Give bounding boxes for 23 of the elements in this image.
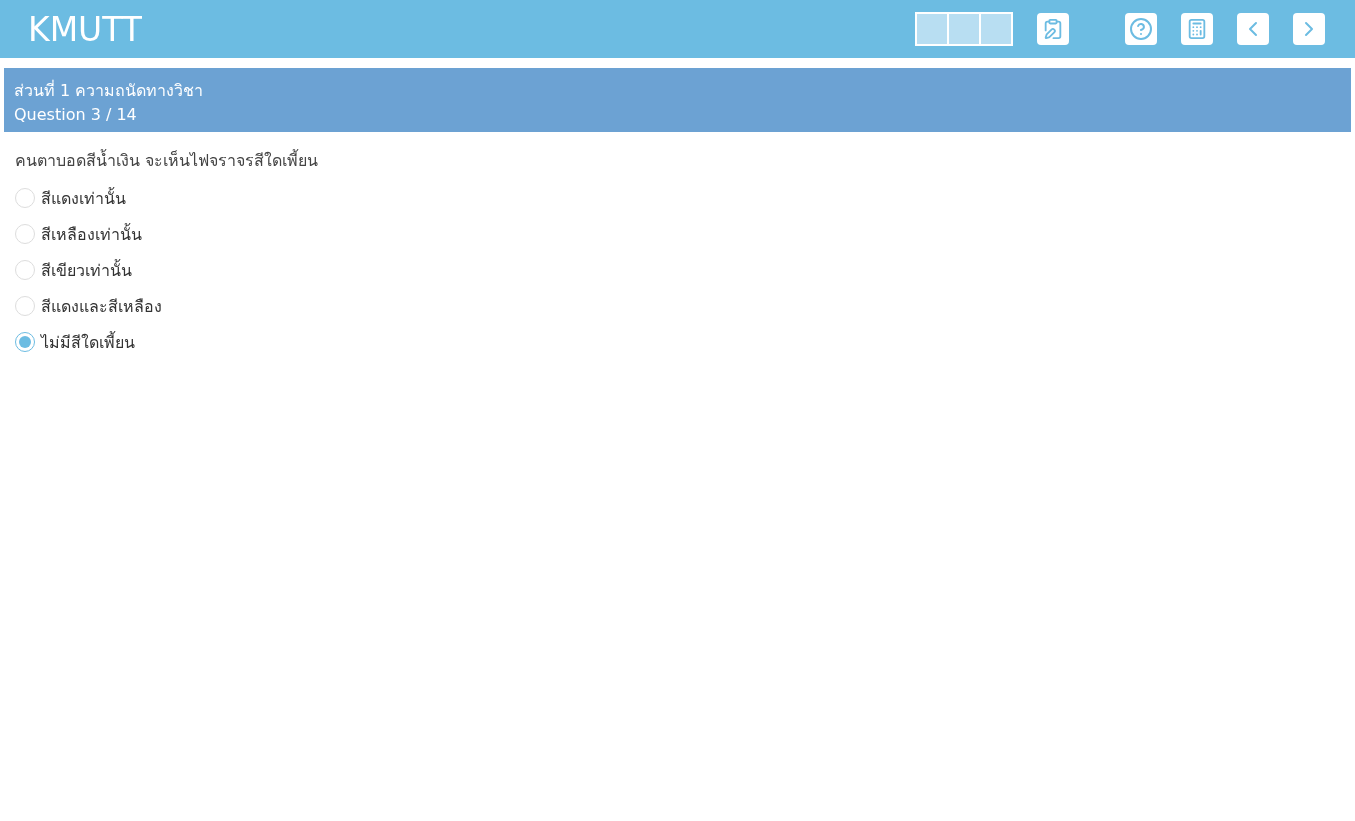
- radio-button[interactable]: [15, 188, 35, 208]
- question-counter: Question 3 / 14: [14, 105, 138, 124]
- question-text: คนตาบอดสีน้ำเงิน จะเห็นไฟจราจรสีใดเพี้ยน: [15, 148, 320, 172]
- option-label[interactable]: สีเขียวเท่านั้น: [41, 257, 132, 283]
- previous-button[interactable]: [1237, 13, 1269, 45]
- app-title: KMUTT: [28, 9, 143, 49]
- notes-button[interactable]: [1037, 13, 1069, 45]
- option-label[interactable]: ไม่มีสีใดเพี้ยน: [41, 329, 135, 355]
- option-label[interactable]: สีแดงเท่านั้น: [41, 185, 126, 211]
- help-icon: [1129, 17, 1153, 41]
- radio-button[interactable]: [15, 296, 35, 316]
- panel-switcher[interactable]: [915, 12, 1013, 46]
- radio-button[interactable]: [15, 260, 35, 280]
- section-title: ส่วนที่ 1 ความถนัดทางวิชา: [14, 79, 205, 102]
- radio-button[interactable]: [15, 332, 35, 352]
- calculator-icon: [1186, 18, 1208, 40]
- radio-button[interactable]: [15, 224, 35, 244]
- clipboard-pen-icon: [1042, 18, 1064, 40]
- option-label[interactable]: สีเหลืองเท่านั้น: [41, 221, 142, 247]
- calculator-button[interactable]: [1181, 13, 1213, 45]
- next-button[interactable]: [1293, 13, 1325, 45]
- option-label[interactable]: สีแดงและสีเหลือง: [41, 293, 162, 319]
- help-button[interactable]: [1125, 13, 1157, 45]
